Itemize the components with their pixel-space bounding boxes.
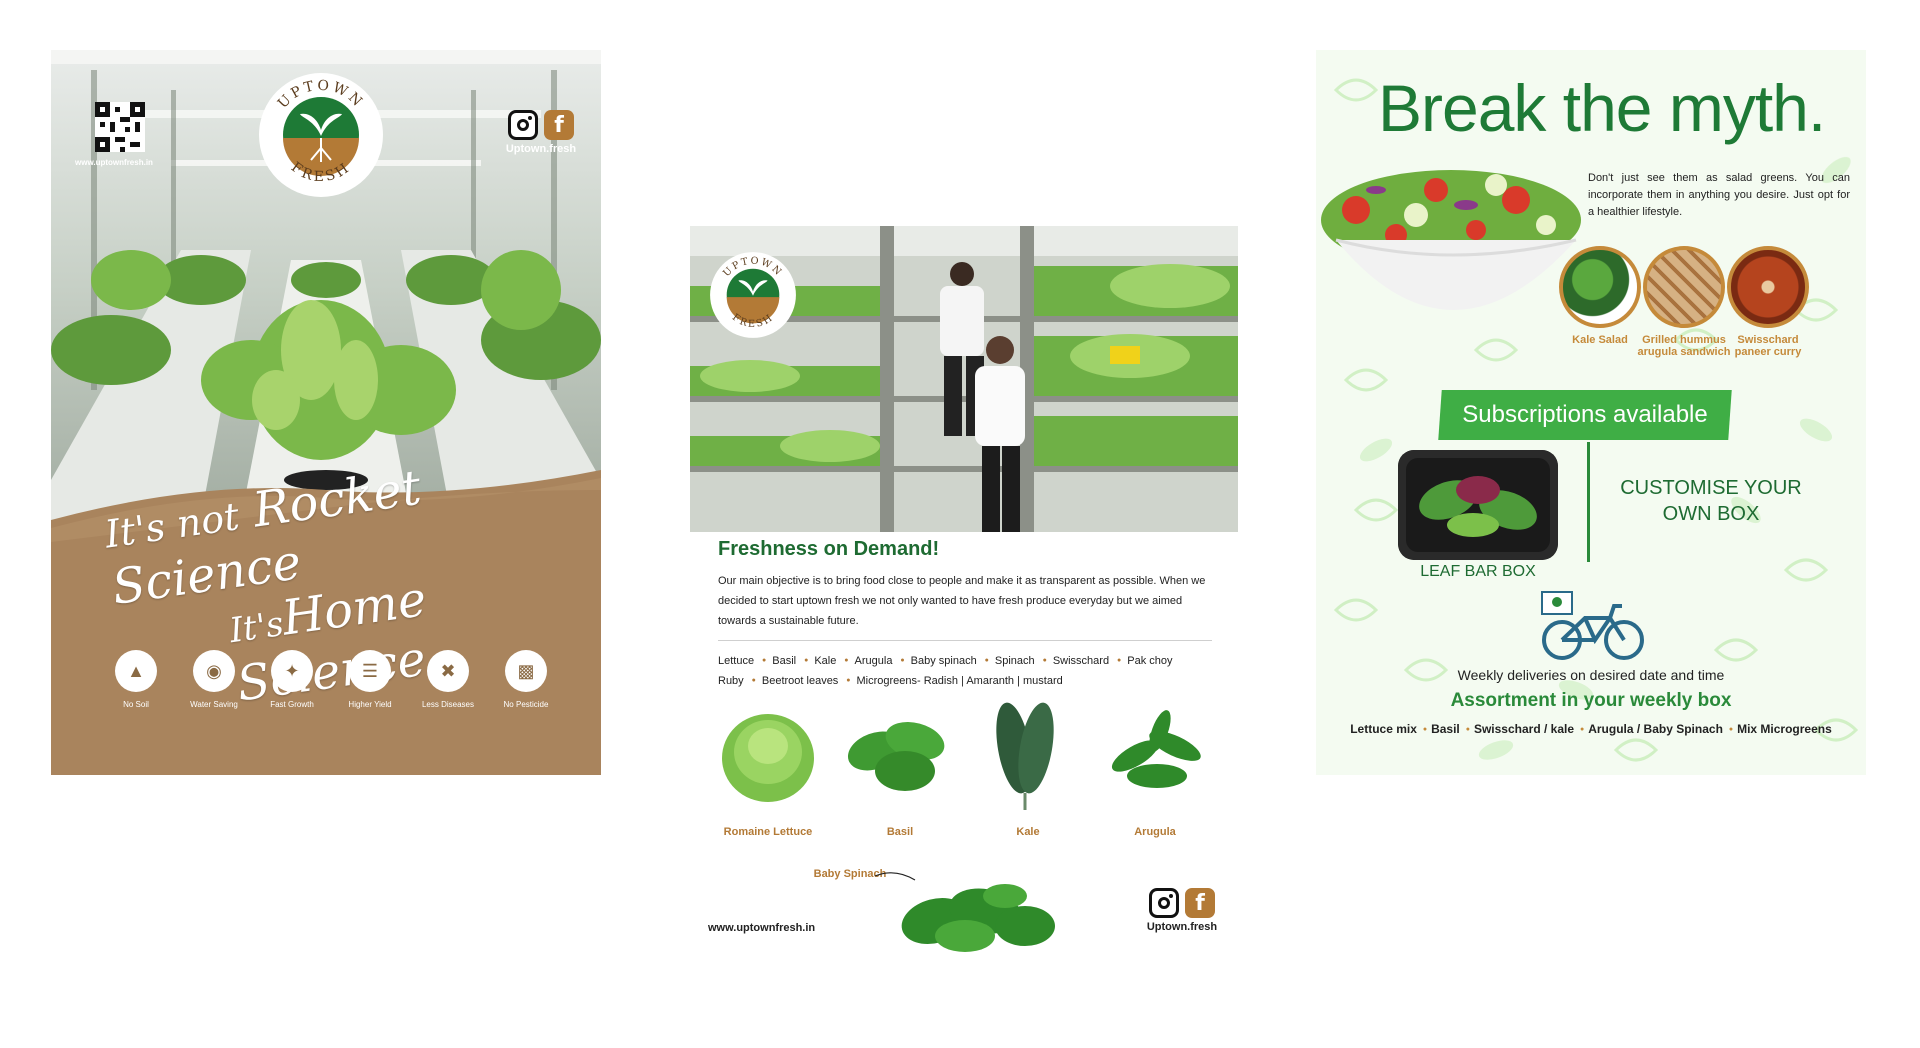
feature-label: Less Diseases <box>421 700 475 709</box>
feature-label: Water Saving <box>190 700 238 709</box>
label-basil: Basil <box>886 826 914 838</box>
label-kale: Kale <box>1016 826 1040 838</box>
label-arugula: Arugula <box>1134 826 1176 838</box>
website-url[interactable]: www.uptownfresh.in <box>708 922 815 934</box>
assortment-item: Lettuce mix <box>1350 722 1431 736</box>
dish-grilled-sandwich: Grilled hummus arugula sandwich <box>1636 246 1732 358</box>
feature-water-saving: ◉ Water Saving <box>179 650 249 709</box>
leaf-bar-box-label: LEAF BAR BOX <box>1420 563 1536 580</box>
produce-item: Swisschard <box>1053 655 1127 667</box>
facebook-icon[interactable]: f <box>1185 888 1215 918</box>
weekly-deliveries-text: Weekly deliveries on desired date and ti… <box>1457 667 1725 683</box>
produce-item: Beetroot leaves <box>762 675 857 687</box>
dish-photo <box>1727 246 1809 328</box>
delivery-bicycle-icon <box>1541 591 1644 660</box>
produce-item: Ruby <box>718 675 762 687</box>
flyer-break-the-myth: Break the myth. Don't just see them as s… <box>1316 50 1866 775</box>
facebook-icon[interactable]: f <box>544 110 574 140</box>
myth-paragraph: Don't just see them as salad greens. You… <box>1588 172 1850 218</box>
vertical-divider <box>1587 442 1590 562</box>
flyer-freshness-on-demand: UPTOWN FRESH Freshness on Demand! Our ma… <box>690 226 1238 956</box>
uptown-fresh-logo-small: UPTOWN FRESH <box>708 250 798 340</box>
feature-label: Fast Growth <box>270 700 314 709</box>
assortment-item: Basil <box>1431 722 1474 736</box>
social-handle: Uptown.fresh <box>505 143 577 155</box>
instagram-icon[interactable] <box>508 110 538 140</box>
assortment-item: Mix Microgreens <box>1737 722 1832 736</box>
qr-code[interactable] <box>95 102 145 152</box>
produce-item: Kale <box>814 655 854 667</box>
feature-no-pesticide: ▩ No Pesticide <box>491 650 561 709</box>
salad-bowl-image <box>1321 170 1581 310</box>
fast-growth-icon: ✦ <box>271 650 313 692</box>
label-romaine-lettuce: Romaine Lettuce <box>723 826 813 838</box>
customise-box-text[interactable]: CUSTOMISE YOUR OWN BOX <box>1596 475 1826 527</box>
website-url[interactable]: www.uptownfresh.in <box>75 158 175 167</box>
no-soil-icon: ▲ <box>115 650 157 692</box>
intro-paragraph: Our main objective is to bring food clos… <box>718 575 1206 627</box>
arugula-image <box>1111 710 1201 788</box>
no-pesticide-icon: ▩ <box>505 650 547 692</box>
feature-list: ▲ No Soil ◉ Water Saving ✦ Fast Growth ☰… <box>101 650 561 709</box>
dish-photo <box>1559 246 1641 328</box>
produce-item: Lettuce <box>718 655 772 667</box>
leaf-bar-box-image <box>1398 450 1558 560</box>
produce-item: Pak choy <box>1127 655 1173 667</box>
assortment-item: Arugula / Baby Spinach <box>1588 722 1737 736</box>
feature-no-soil: ▲ No Soil <box>101 650 171 709</box>
less-diseases-icon: ✖ <box>427 650 469 692</box>
assortment-title: Assortment in your weekly box <box>1450 690 1732 711</box>
uptown-fresh-logo: UPTOWN FRESH <box>256 70 386 200</box>
water-drop-icon: ◉ <box>193 650 235 692</box>
dish-name: Grilled hummus arugula sandwich <box>1637 334 1731 358</box>
produce-item: Spinach <box>995 655 1053 667</box>
dish-kale-salad: Kale Salad <box>1552 246 1648 346</box>
assortment-list: Lettuce mixBasilSwisschard / kaleArugula… <box>1316 722 1866 736</box>
instagram-icon[interactable] <box>1149 888 1179 918</box>
feature-label: No Pesticide <box>503 700 549 709</box>
higher-yield-icon: ☰ <box>349 650 391 692</box>
produce-item: Arugula <box>855 655 911 667</box>
romaine-lettuce-image <box>722 714 814 802</box>
section-title: Freshness on Demand! <box>718 538 940 560</box>
feature-less-diseases: ✖ Less Diseases <box>413 650 483 709</box>
social-handle: Uptown.fresh <box>1146 921 1218 933</box>
kale-image <box>996 702 1054 810</box>
assortment-item: Swisschard / kale <box>1474 722 1588 736</box>
dish-name: Kale Salad <box>1572 334 1628 346</box>
subscriptions-text[interactable]: Subscriptions available <box>1440 390 1730 440</box>
poster-rocket-science: www.uptownfresh.in UPTOWN FRESH f Uptown… <box>51 50 601 775</box>
feature-fast-growth: ✦ Fast Growth <box>257 650 327 709</box>
divider <box>718 640 1212 641</box>
produce-item: Microgreens- Radish | Amaranth | mustard <box>856 675 1063 688</box>
produce-item: Baby spinach <box>911 655 995 667</box>
social-links: f Uptown.fresh <box>1142 888 1222 933</box>
baby-spinach-image <box>875 872 1055 952</box>
basil-image <box>847 721 945 791</box>
dish-swisschard-curry: Swisschard paneer curry <box>1720 246 1816 358</box>
produce-item: Basil <box>772 655 814 667</box>
feature-label: No Soil <box>123 700 149 709</box>
feature-higher-yield: ☰ Higher Yield <box>335 650 405 709</box>
headline-line2-small: It's <box>227 603 286 652</box>
feature-label: Higher Yield <box>348 700 392 709</box>
produce-list: LettuceBasilKaleArugulaBaby spinachSpina… <box>718 651 1218 691</box>
dish-photo <box>1643 246 1725 328</box>
dish-name: Swisschard paneer curry <box>1734 334 1802 358</box>
social-links: f Uptown.fresh <box>501 110 581 155</box>
